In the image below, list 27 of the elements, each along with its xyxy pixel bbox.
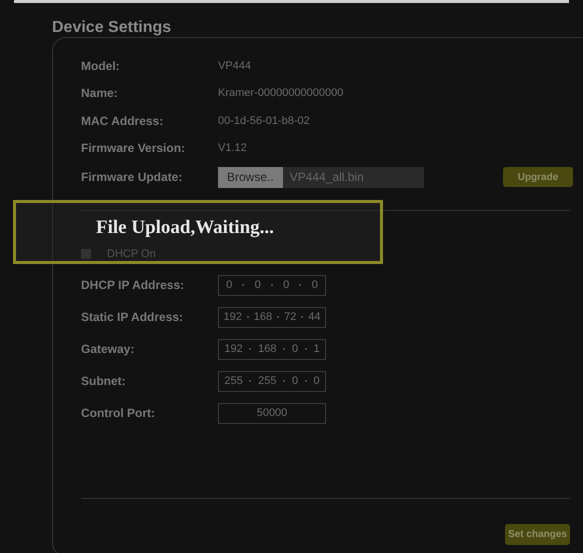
- field-label: Gateway:: [81, 342, 136, 356]
- section-title: Device Settings: [52, 19, 172, 37]
- port-field[interactable]: 50000: [218, 402, 326, 424]
- field-label: Firmware Version:: [81, 141, 186, 156]
- field-value: 00-1d-56-01-b8-02: [218, 114, 310, 127]
- field-label: Model:: [81, 58, 121, 73]
- ip-address-field[interactable]: 255 255 0 0: [218, 370, 326, 392]
- field-label: Control Port:: [81, 406, 156, 420]
- field-value: V1.12: [218, 142, 247, 154]
- field-value: VP444: [218, 60, 252, 72]
- field-label: Firmware Update:: [81, 170, 184, 184]
- dialog-message: File Upload,Waiting...: [96, 217, 274, 239]
- field-value: Kramer-00000000000000: [218, 87, 344, 100]
- ip-address-field[interactable]: 0 0 0 0: [218, 274, 326, 296]
- checkbox-label: DHCP On: [107, 248, 156, 260]
- field-label: DHCP IP Address:: [81, 278, 186, 292]
- ip-address-field[interactable]: 192 168 72 44: [218, 306, 326, 328]
- ip-address-field[interactable]: 192 168 0 1: [218, 338, 326, 360]
- browse-button[interactable]: Browse..: [218, 166, 283, 188]
- field-label: Subnet:: [81, 374, 127, 388]
- file-name-field[interactable]: VP444_all.bin: [282, 166, 424, 188]
- field-label: Static IP Address:: [81, 310, 184, 324]
- upgrade-button[interactable]: Upgrade: [503, 167, 573, 187]
- set-changes-button[interactable]: Set changes: [505, 524, 570, 545]
- checkbox[interactable]: [81, 249, 91, 259]
- field-label: MAC Address:: [81, 114, 164, 128]
- field-label: Name:: [81, 86, 119, 100]
